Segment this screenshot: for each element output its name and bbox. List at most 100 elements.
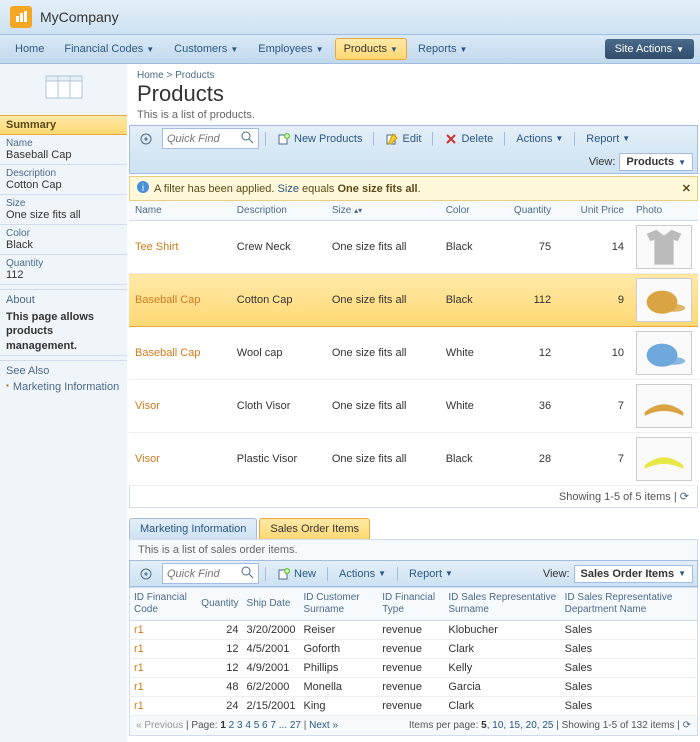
product-name-link[interactable]: Baseball Cap — [129, 274, 231, 327]
column-header[interactable]: ID Sales Representative Department Name — [561, 588, 698, 621]
sales-order-items-table: ID Financial CodeQuantityShip DateID Cus… — [129, 587, 698, 716]
search-icon[interactable] — [240, 565, 254, 582]
product-name-link[interactable]: Visor — [129, 433, 231, 486]
pager-page[interactable]: 3 — [237, 720, 243, 731]
pager-ipp-option: 5 — [481, 720, 487, 731]
nav-item-customers[interactable]: Customers▼ — [165, 38, 247, 60]
table-row[interactable]: Tee ShirtCrew NeckOne size fits allBlack… — [129, 221, 698, 274]
edit-button[interactable]: Edit — [380, 130, 426, 148]
table-row[interactable]: r1242/15/2001KingrevenueClarkSales — [130, 697, 698, 716]
nav-item-products[interactable]: Products▼ — [335, 38, 407, 60]
quickfind-input[interactable] — [167, 133, 237, 145]
view-select[interactable]: Products ▼ — [619, 153, 693, 171]
sub-toolbar-expand-icon[interactable] — [134, 565, 158, 583]
sidebar-field-label: Size — [0, 195, 127, 209]
search-icon[interactable] — [240, 130, 254, 147]
column-header[interactable]: Name — [129, 201, 231, 221]
pager-ipp-option[interactable]: 10 — [492, 720, 503, 731]
company-logo-icon — [10, 6, 32, 28]
row-link[interactable]: r1 — [130, 659, 198, 678]
column-header[interactable]: Quantity — [492, 201, 557, 221]
column-header[interactable]: ID Customer Surname — [299, 588, 378, 621]
sub-view-select[interactable]: Sales Order Items ▼ — [574, 565, 693, 583]
table-row[interactable]: r1124/5/2001GoforthrevenueClarkSales — [130, 640, 698, 659]
table-row[interactable]: r1486/2/2000MonellarevenueGarciaSales — [130, 678, 698, 697]
column-header[interactable]: Color — [440, 201, 493, 221]
table-row[interactable]: Baseball CapWool capOne size fits allWhi… — [129, 327, 698, 380]
page-title: Products — [127, 81, 700, 109]
pager-page[interactable]: 27 — [290, 720, 301, 731]
column-header[interactable]: ID Financial Code — [130, 588, 198, 621]
pager-prev[interactable]: « Previous — [136, 720, 183, 731]
chevron-down-icon: ▼ — [676, 45, 684, 54]
sub-new-button[interactable]: New — [272, 565, 321, 583]
column-header[interactable]: Ship Date — [243, 588, 300, 621]
sidebar: Summary NameBaseball CapDescriptionCotto… — [0, 64, 127, 742]
sub-quickfind-input[interactable] — [167, 568, 237, 580]
new-button[interactable]: New Products — [272, 130, 367, 148]
refresh-icon[interactable]: ⟳ — [683, 720, 691, 731]
actions-button[interactable]: Actions▼ — [511, 131, 568, 147]
pager-ipp-option[interactable]: 15 — [509, 720, 520, 731]
table-row[interactable]: VisorPlastic VisorOne size fits allBlack… — [129, 433, 698, 486]
nav-item-employees[interactable]: Employees▼ — [249, 38, 332, 60]
column-header[interactable]: Description — [231, 201, 326, 221]
chevron-down-icon: ▼ — [622, 134, 630, 143]
tab-marketing-information[interactable]: Marketing Information — [129, 518, 257, 539]
row-link[interactable]: r1 — [130, 640, 198, 659]
row-link[interactable]: r1 — [130, 697, 198, 716]
chevron-down-icon: ▼ — [146, 45, 154, 54]
column-header[interactable]: Quantity — [197, 588, 242, 621]
pager-page[interactable]: ... — [279, 720, 287, 731]
table-row[interactable]: Baseball CapCotton CapOne size fits allB… — [129, 274, 698, 327]
nav-item-financial-codes[interactable]: Financial Codes▼ — [55, 38, 163, 60]
column-header[interactable]: ID Sales Representative Surname — [444, 588, 560, 621]
pager-page[interactable]: 5 — [254, 720, 260, 731]
product-photo — [636, 331, 692, 375]
sidebar-field-value: Black — [0, 239, 127, 255]
sub-report-button[interactable]: Report▼ — [404, 566, 458, 582]
sub-actions-button[interactable]: Actions▼ — [334, 566, 391, 582]
row-link[interactable]: r1 — [130, 621, 198, 640]
chevron-down-icon: ▼ — [316, 45, 324, 54]
row-link[interactable]: r1 — [130, 678, 198, 697]
sidebar-field-label: Name — [0, 135, 127, 149]
delete-icon — [444, 132, 458, 146]
sidebar-field-label: Color — [0, 225, 127, 239]
table-row[interactable]: VisorCloth VisorOne size fits allWhite36… — [129, 380, 698, 433]
filter-field-link[interactable]: Size — [278, 183, 299, 195]
column-header[interactable]: Size ▴▾ — [326, 201, 440, 221]
product-name-link[interactable]: Visor — [129, 380, 231, 433]
tab-sales-order-items[interactable]: Sales Order Items — [259, 518, 370, 539]
column-header[interactable]: ID Financial Type — [378, 588, 444, 621]
info-icon: i — [136, 180, 150, 197]
column-header[interactable]: Photo — [630, 201, 698, 221]
column-header[interactable]: Unit Price — [557, 201, 630, 221]
edit-icon — [385, 132, 399, 146]
product-name-link[interactable]: Baseball Cap — [129, 327, 231, 380]
pager-next[interactable]: Next » — [309, 720, 338, 731]
pager-ipp-option[interactable]: 25 — [542, 720, 553, 731]
site-actions-button[interactable]: Site Actions ▼ — [605, 39, 694, 59]
pager-page[interactable]: 4 — [245, 720, 251, 731]
pager-page[interactable]: 6 — [262, 720, 268, 731]
filter-close-icon[interactable]: ✕ — [682, 182, 691, 195]
toolbar-expand-icon[interactable] — [134, 130, 158, 148]
product-name-link[interactable]: Tee Shirt — [129, 221, 231, 274]
pager-page[interactable]: 7 — [270, 720, 276, 731]
table-row[interactable]: r1124/9/2001PhillipsrevenueKellySales — [130, 659, 698, 678]
delete-button[interactable]: Delete — [439, 130, 498, 148]
nav-item-home[interactable]: Home — [6, 38, 53, 60]
report-button[interactable]: Report▼ — [581, 131, 635, 147]
sidebar-field-value: Cotton Cap — [0, 179, 127, 195]
table-row[interactable]: r1243/20/2000ReiserrevenueKlobucherSales — [130, 621, 698, 640]
sidebar-seealso-link[interactable]: Marketing Information — [0, 379, 127, 395]
breadcrumb-home[interactable]: Home — [137, 70, 164, 81]
refresh-icon[interactable]: ⟳ — [680, 491, 689, 503]
pager-ipp-option[interactable]: 20 — [526, 720, 537, 731]
pager-page: 1 — [220, 720, 226, 731]
product-photo — [636, 225, 692, 269]
nav-item-reports[interactable]: Reports▼ — [409, 38, 476, 60]
pager-page[interactable]: 2 — [229, 720, 235, 731]
nav-bar: HomeFinancial Codes▼Customers▼Employees▼… — [0, 35, 700, 64]
